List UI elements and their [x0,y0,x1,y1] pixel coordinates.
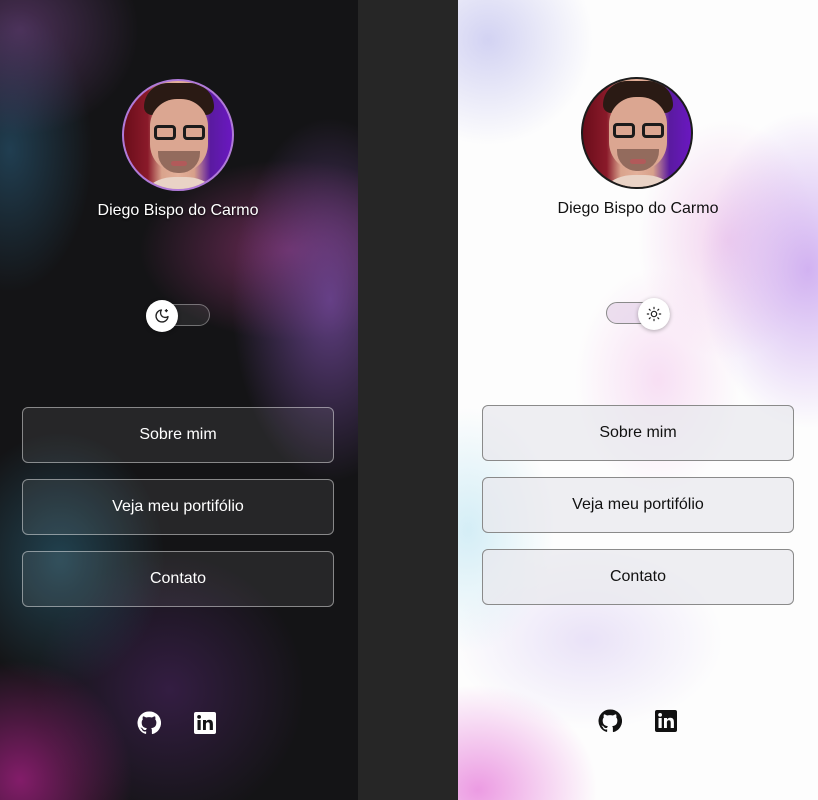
theme-toggle-knob[interactable] [638,298,670,330]
linkedin-icon[interactable] [654,709,678,733]
sun-icon [646,306,662,322]
github-icon[interactable] [598,709,622,733]
contact-button[interactable]: Contato [482,549,794,605]
about-me-button[interactable]: Sobre mim [482,405,794,461]
about-me-button[interactable]: Sobre mim [22,407,334,463]
avatar [581,77,693,189]
github-icon[interactable] [137,711,161,735]
contact-button[interactable]: Contato [22,551,334,607]
portfolio-button[interactable]: Veja meu portifólio [22,479,334,535]
theme-toggle[interactable] [606,298,670,330]
moon-icon [155,309,169,323]
theme-toggle[interactable] [146,300,210,332]
avatar [122,79,234,191]
dark-theme-preview: Diego Bispo do Carmo Sobre mim Veja meu … [0,0,358,800]
theme-toggle-knob[interactable] [146,300,178,332]
profile-name: Diego Bispo do Carmo [557,200,719,217]
linkedin-icon[interactable] [193,711,217,735]
profile-name: Diego Bispo do Carmo [97,202,259,219]
light-theme-preview: Diego Bispo do Carmo Sobre mim Veja meu … [458,0,818,800]
portfolio-button[interactable]: Veja meu portifólio [482,477,794,533]
